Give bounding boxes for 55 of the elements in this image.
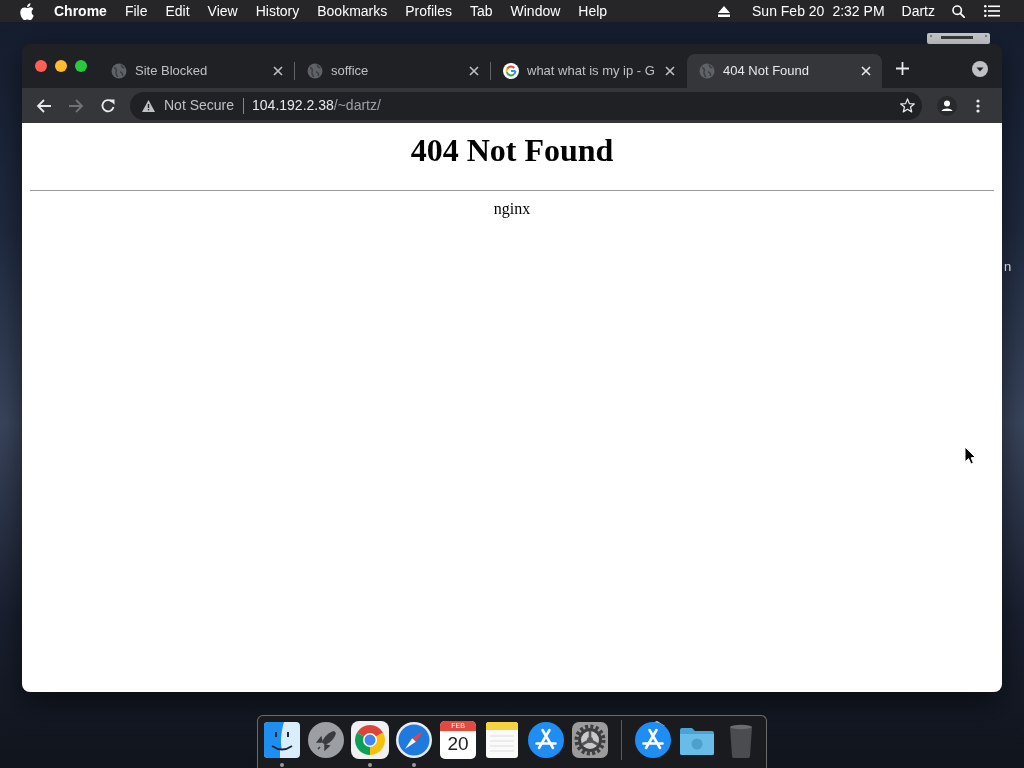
menu-item[interactable]: Tab bbox=[469, 0, 493, 22]
menu-bar-time: 2:32 PM bbox=[832, 1, 885, 21]
minimize-window-button[interactable] bbox=[55, 60, 67, 72]
eject-icon[interactable] bbox=[718, 5, 730, 17]
profile-icon[interactable] bbox=[937, 95, 957, 116]
menu-item[interactable]: Window bbox=[510, 0, 561, 22]
warning-icon bbox=[142, 99, 155, 112]
menu-bar-date: Sun Feb 20 bbox=[752, 1, 825, 21]
drive-icon[interactable] bbox=[927, 33, 990, 44]
letter-a-stack-icon[interactable] bbox=[633, 720, 673, 760]
close-icon[interactable] bbox=[273, 66, 283, 76]
security-label: Not Secure bbox=[164, 96, 235, 115]
back-arrow-icon[interactable] bbox=[36, 97, 52, 114]
dropdown-icon[interactable] bbox=[972, 61, 988, 77]
reload-icon[interactable] bbox=[100, 97, 116, 114]
address-bar[interactable]: Not Secure 104.192.2.38/~dartz/ bbox=[130, 91, 922, 120]
apple-logo-icon[interactable] bbox=[20, 2, 34, 20]
rocket-app-icon[interactable] bbox=[306, 720, 346, 760]
letter-a-app-icon[interactable] bbox=[526, 720, 566, 760]
star-icon[interactable] bbox=[900, 98, 915, 113]
menu-item[interactable]: Help bbox=[578, 0, 608, 22]
search-icon[interactable] bbox=[952, 4, 965, 18]
chrome-app-icon[interactable] bbox=[350, 720, 390, 760]
calendar-day: 20 bbox=[447, 731, 469, 757]
globe-icon bbox=[307, 63, 323, 79]
g-logo-icon bbox=[503, 63, 519, 79]
gear-app-icon[interactable] bbox=[570, 720, 610, 760]
plus-icon[interactable] bbox=[896, 62, 909, 75]
menu-item[interactable]: History bbox=[255, 0, 300, 22]
close-icon[interactable] bbox=[665, 66, 675, 76]
menu-item[interactable]: View bbox=[207, 0, 238, 22]
tab[interactable]: 404 Not Found bbox=[687, 54, 882, 88]
page-heading: 404 Not Found bbox=[409, 132, 615, 169]
server-name: nginx bbox=[492, 200, 532, 218]
list-icon[interactable] bbox=[984, 5, 1000, 17]
tab[interactable]: Site Blocked bbox=[99, 54, 294, 88]
smiling-face-app-icon[interactable] bbox=[262, 720, 302, 760]
menu-item[interactable]: Edit bbox=[165, 0, 190, 22]
url-text: 104.192.2.38/~dartz/ bbox=[252, 96, 381, 115]
menu-item[interactable]: Profiles bbox=[405, 0, 452, 22]
globe-icon bbox=[699, 63, 715, 79]
close-window-button[interactable] bbox=[35, 60, 47, 72]
desktop-icon-label: n bbox=[1004, 259, 1012, 275]
app-menu[interactable]: Chrome bbox=[54, 0, 107, 22]
more-options-icon[interactable] bbox=[976, 98, 980, 113]
menu-item[interactable]: Bookmarks bbox=[317, 0, 388, 22]
zoom-window-button[interactable] bbox=[75, 60, 87, 72]
tab[interactable]: soffice bbox=[295, 54, 490, 88]
menu-item[interactable]: File bbox=[124, 0, 148, 22]
compass-app-icon[interactable] bbox=[394, 720, 434, 760]
user-name[interactable]: Dartz bbox=[901, 0, 935, 22]
mouse-pointer-icon bbox=[964, 446, 976, 465]
close-icon[interactable] bbox=[469, 66, 479, 76]
globe-icon bbox=[111, 63, 127, 79]
tab[interactable]: what what is my ip - G bbox=[491, 54, 686, 88]
